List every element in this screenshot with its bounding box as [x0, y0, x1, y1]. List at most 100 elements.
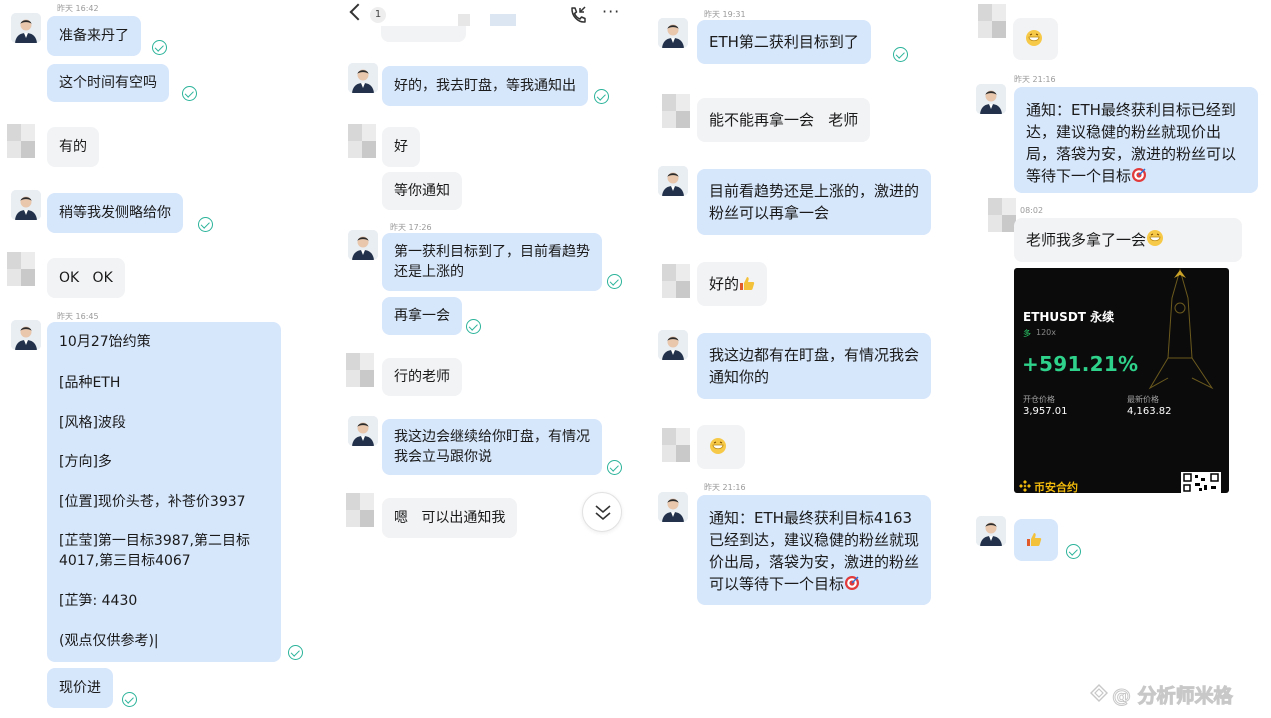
- strategy-line: [风格]波段: [59, 415, 126, 431]
- read-check-icon: [198, 217, 213, 232]
- read-check-icon: [594, 89, 609, 104]
- strategy-line: 10月27饴约策: [59, 334, 151, 350]
- message-bubble: 目前看趋势还是上涨的，激进的 粉丝可以再拿一会: [697, 169, 932, 235]
- read-check-icon: [182, 86, 197, 101]
- grinning-face-icon: [709, 437, 727, 461]
- strategy-line: [位置]现价头苍，补苍价3937: [59, 494, 246, 510]
- message-bubble: ETH第二获利目标到了: [697, 20, 871, 64]
- timestamp: 昨天 16:42: [57, 4, 99, 13]
- strategy-line: (观点仅供参考)|: [59, 633, 159, 649]
- entry-price-label: 开仓价格: [1023, 395, 1055, 404]
- thumbs-up-icon: [739, 275, 755, 297]
- entry-price-value: 3,957.01: [1023, 406, 1068, 417]
- message-bubble: 能不能再拿一会 老师: [697, 98, 871, 142]
- advisor-avatar[interactable]: [11, 320, 41, 350]
- advisor-avatar[interactable]: [11, 13, 41, 43]
- advisor-avatar[interactable]: [658, 166, 688, 196]
- watermark-logo-icon: [1090, 684, 1108, 702]
- back-arrow-icon[interactable]: [349, 3, 367, 21]
- position-side: 多: [1023, 329, 1031, 338]
- advisor-avatar[interactable]: [658, 18, 688, 48]
- advisor-avatar[interactable]: [348, 416, 378, 446]
- read-check-icon: [1066, 544, 1081, 559]
- user-avatar-blurred[interactable]: [662, 94, 690, 128]
- message-bubble: [1014, 519, 1058, 561]
- thumbs-up-icon: [1026, 532, 1042, 553]
- grinning-face-icon: [1025, 29, 1043, 53]
- contact-name-blurred: [458, 14, 470, 26]
- message-bubble: 现价进: [47, 668, 113, 708]
- message-bubble: 我这边都有在盯盘，有情况我会 通知你的: [697, 333, 932, 399]
- advisor-avatar[interactable]: [348, 230, 378, 260]
- strategy-line: [品种ETH: [59, 375, 121, 391]
- advisor-avatar[interactable]: [11, 190, 41, 220]
- user-avatar-blurred[interactable]: [978, 4, 1006, 38]
- timestamp: 昨天 17:26: [390, 223, 432, 232]
- strategy-line: [芷笋: 4430: [59, 593, 138, 609]
- scroll-to-bottom-button[interactable]: [582, 492, 622, 532]
- message-bubble: 老师我多拿了一会: [1014, 218, 1242, 262]
- phone-call-icon[interactable]: [568, 6, 588, 24]
- strategy-line: [芷莹]第一目标3987,第二目标: [59, 533, 251, 549]
- chat-screenshot-4: 昨天 21:16 通知：ETH最终获利目标已经到 达，建议稳健的粉丝就现价出 局…: [964, 0, 1271, 718]
- message-bubble: OK OK: [47, 258, 125, 298]
- last-price-label: 最新价格: [1127, 395, 1159, 404]
- message-bubble-partial: [381, 26, 466, 42]
- advisor-avatar[interactable]: [976, 516, 1006, 546]
- timestamp: 昨天 16:45: [57, 312, 99, 321]
- user-avatar-blurred[interactable]: [7, 252, 35, 286]
- pnl-share-card[interactable]: ETHUSDT 永续 多 120x +591.21% 开仓价格 3,957.01…: [1014, 268, 1229, 493]
- user-avatar-blurred[interactable]: [346, 493, 374, 527]
- grinning-face-icon: [1146, 229, 1164, 253]
- unread-count-badge: 1: [370, 7, 386, 23]
- read-check-icon: [466, 319, 481, 334]
- final-target-message-bubble: 通知：ETH最终获利目标4163 已经到达，建议稳健的粉丝就现 价出局，落袋为安…: [697, 495, 932, 605]
- user-avatar-blurred[interactable]: [662, 428, 690, 462]
- strategy-line: 4017,第三目标4067: [59, 553, 191, 569]
- timestamp: 08:02: [1020, 206, 1044, 215]
- leverage: 120x: [1036, 328, 1057, 337]
- read-check-icon: [288, 645, 303, 660]
- chat-screenshot-3: 昨天 19:31 ETH第二获利目标到了 能不能再拿一会 老师 目前看趋势还是上…: [648, 0, 960, 718]
- strategy-message-bubble: 10月27饴约策 [品种ETH [风格]波段 [方向]多 [位置]现价头苍，补苍…: [47, 322, 281, 662]
- advisor-avatar[interactable]: [658, 492, 688, 522]
- chat-screenshot-2: 1 ··· 好的，我去盯盘，等我通知出 好 等你通知 昨天 17:26 第一获利…: [330, 0, 640, 718]
- read-check-icon: [152, 40, 167, 55]
- contact-name-blurred: [490, 14, 516, 26]
- message-bubble: 稍等我发侧略给你: [47, 193, 183, 233]
- message-bubble: 好的，我去盯盘，等我通知出: [382, 66, 588, 106]
- user-avatar-blurred[interactable]: [988, 198, 1016, 266]
- binance-logo-icon: [1019, 480, 1031, 492]
- read-check-icon: [607, 274, 622, 289]
- message-bubble: 行的老师: [382, 358, 462, 396]
- message-bubble: 准备来丹了: [47, 16, 141, 56]
- timestamp: 昨天 21:16: [704, 483, 746, 492]
- message-bubble: 等你通知: [382, 172, 462, 210]
- advisor-avatar[interactable]: [348, 63, 378, 93]
- brand-label: 币安合约: [1034, 481, 1078, 493]
- message-bubble: 这个时间有空吗: [47, 64, 169, 102]
- read-check-icon: [893, 47, 908, 62]
- watermark: @ 分析师米格: [1112, 685, 1234, 708]
- message-bubble: [697, 425, 745, 469]
- qr-code-icon: [1181, 472, 1221, 493]
- contract-symbol: ETHUSDT 永续: [1023, 310, 1115, 324]
- more-options-icon[interactable]: ···: [602, 2, 620, 21]
- advisor-avatar[interactable]: [976, 84, 1006, 114]
- read-check-icon: [607, 460, 622, 475]
- timestamp: 昨天 21:16: [1014, 75, 1056, 84]
- message-bubble: 第一获利目标到了，目前看趋势 还是上涨的: [382, 233, 602, 291]
- message-bubble: 嗯 可以出通知我: [382, 498, 518, 538]
- user-avatar-blurred[interactable]: [348, 124, 376, 158]
- user-avatar-blurred[interactable]: [662, 264, 690, 298]
- double-chevron-down-icon: [595, 505, 611, 521]
- target-icon: [844, 575, 860, 597]
- strategy-line: [方向]多: [59, 454, 112, 470]
- message-bubble: 有的: [47, 127, 99, 167]
- advisor-avatar[interactable]: [658, 330, 688, 360]
- message-bubble: [1013, 18, 1058, 60]
- user-avatar-blurred[interactable]: [7, 124, 35, 158]
- user-avatar-blurred[interactable]: [346, 353, 374, 387]
- message-bubble: 好: [382, 127, 420, 167]
- message-bubble: 我这边会继续给你盯盘，有情况 我会立马跟你说: [382, 419, 602, 475]
